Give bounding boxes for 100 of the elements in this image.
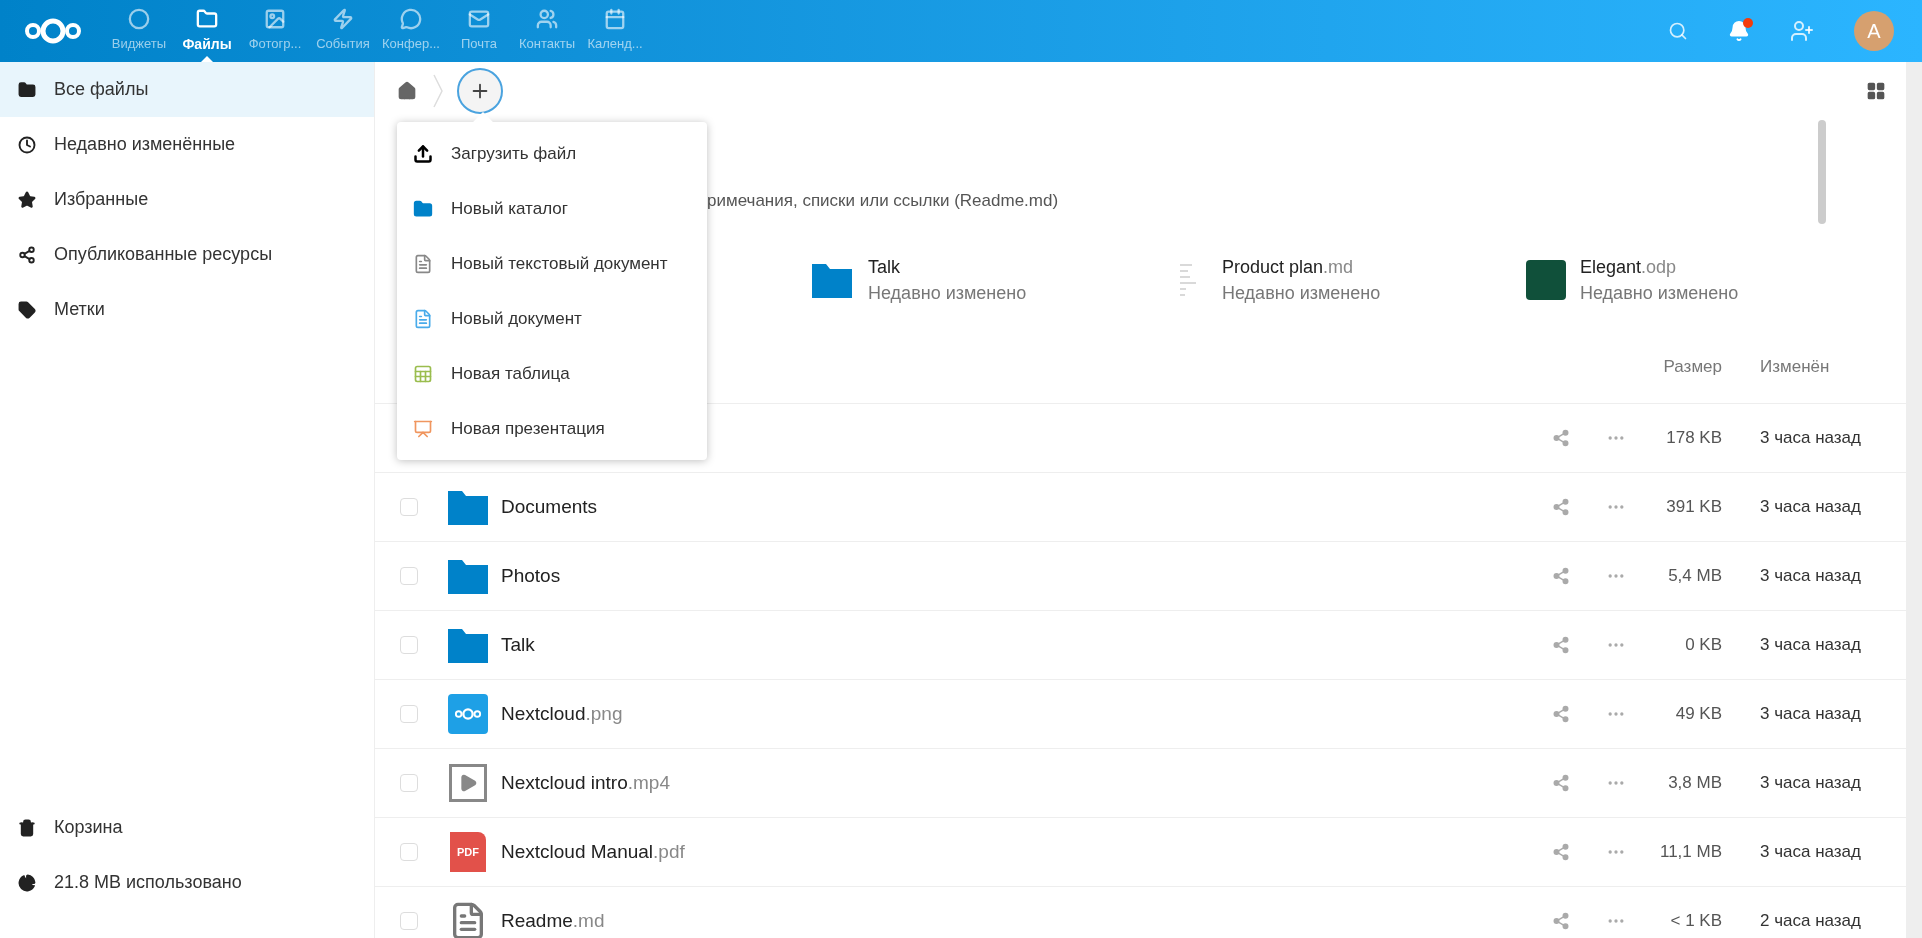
file-modified: 3 часа назад <box>1759 703 1862 726</box>
sidebar-item[interactable]: Опубликованные ресурсы <box>0 227 374 282</box>
file-row[interactable]: Talk 0 KB 3 часа назад <box>375 611 1906 680</box>
bell-icon[interactable] <box>1728 20 1750 42</box>
row-checkbox[interactable] <box>400 636 418 654</box>
sidebar-item[interactable]: Метки <box>0 282 374 337</box>
document-thumbnail <box>1180 264 1196 296</box>
file-name[interactable]: Nextcloud.png <box>501 699 623 729</box>
sidebar-item[interactable]: Избранные <box>0 172 374 227</box>
envelope-icon <box>468 8 490 30</box>
cloud-logo-icon[interactable] <box>22 16 83 46</box>
slides-thumbnail <box>1526 260 1566 300</box>
grid-view-icon[interactable] <box>1866 81 1886 101</box>
column-header[interactable]: Размер <box>1626 353 1736 380</box>
pdf-icon: PDF <box>450 832 486 872</box>
file-modified: 3 часа назад <box>1759 496 1862 519</box>
menu-item[interactable]: Новая презентация <box>397 401 707 456</box>
file-name[interactable]: Product plan.md <box>1222 254 1381 280</box>
file-size: 0 KB <box>1684 634 1723 657</box>
file-size: 49 KB <box>1674 703 1723 726</box>
spreadsheet-icon <box>413 363 433 384</box>
file-name[interactable]: Talk <box>501 630 535 660</box>
chat-bubble-icon <box>400 8 422 30</box>
folder-icon <box>413 198 433 219</box>
file-modified: 2 часа назад <box>1759 910 1862 933</box>
menu-item[interactable]: Новая таблица <box>397 346 707 401</box>
sidebar-item[interactable]: Все файлы <box>0 62 374 117</box>
share-icon[interactable] <box>1552 912 1570 930</box>
person-icon[interactable] <box>1790 19 1814 43</box>
star-icon <box>18 190 36 209</box>
file-row[interactable]: Photos 5,4 MB 3 часа назад <box>375 542 1906 611</box>
image-icon <box>264 8 286 30</box>
column-header[interactable]: Изменён <box>1736 353 1874 380</box>
sidebar-item[interactable]: 21.8 MB использовано <box>0 855 374 910</box>
file-row[interactable]: Nextcloud intro.mp4 3,8 MB 3 часа назад <box>375 749 1906 818</box>
file-modified: 3 часа назад <box>1759 565 1862 588</box>
file-name[interactable]: Nextcloud Manual.pdf <box>501 837 685 867</box>
scrollbar-thumb[interactable] <box>1818 120 1826 224</box>
row-checkbox[interactable] <box>400 774 418 792</box>
row-checkbox[interactable] <box>400 498 418 516</box>
clock-icon <box>18 135 36 154</box>
tag-icon <box>18 300 36 319</box>
pie-chart-icon <box>18 873 36 892</box>
share-icon[interactable] <box>1552 567 1570 585</box>
file-name[interactable]: Nextcloud intro.mp4 <box>501 768 670 798</box>
file-name[interactable]: Readme.md <box>501 906 605 936</box>
share-icon[interactable] <box>1552 843 1570 861</box>
file-name[interactable]: Talk <box>868 254 1027 280</box>
sidebar-item[interactable]: Корзина <box>0 800 374 855</box>
file-subtitle: Недавно изменено <box>868 282 1027 305</box>
file-row[interactable]: PDF Nextcloud Manual.pdf 11,1 MB 3 часа назад <box>375 818 1906 887</box>
image-thumbnail <box>448 694 488 734</box>
upload-icon <box>413 143 433 164</box>
folder-icon <box>18 80 36 99</box>
file-modified: 3 часа назад <box>1759 841 1862 864</box>
file-subtitle: Недавно изменено <box>1222 282 1381 305</box>
new-button[interactable] <box>457 68 503 114</box>
file-size: 178 KB <box>1665 427 1723 450</box>
share-icon[interactable] <box>1552 636 1570 654</box>
file-size: < 1 KB <box>1669 910 1723 933</box>
lightning-icon <box>332 8 354 30</box>
menu-item[interactable]: Новый каталог <box>397 181 707 236</box>
share-icon[interactable] <box>1552 705 1570 723</box>
file-size: 391 KB <box>1665 496 1723 519</box>
file-name[interactable]: Documents <box>501 492 598 522</box>
share-icon <box>18 245 36 264</box>
home-icon[interactable] <box>397 81 417 101</box>
file-modified: 3 часа назад <box>1759 634 1862 657</box>
share-icon[interactable] <box>1552 429 1570 447</box>
row-checkbox[interactable] <box>400 567 418 585</box>
file-row[interactable]: Documents 391 KB 3 часа назад <box>375 473 1906 542</box>
menu-item[interactable]: Новый документ <box>397 291 707 346</box>
chevron-icon <box>433 74 443 108</box>
folder-icon <box>196 8 218 30</box>
row-checkbox[interactable] <box>400 843 418 861</box>
row-checkbox[interactable] <box>400 912 418 930</box>
file-subtitle: Недавно изменено <box>1580 282 1739 305</box>
file-size: 5,4 MB <box>1667 565 1723 588</box>
file-modified: 3 часа назад <box>1759 427 1862 450</box>
menu-item[interactable]: Новый текстовый документ <box>397 236 707 291</box>
document-icon <box>413 253 433 274</box>
circle-icon <box>128 8 150 30</box>
sidebar-item[interactable]: Недавно изменённые <box>0 117 374 172</box>
search-icon[interactable] <box>1668 21 1688 41</box>
file-row[interactable]: Nextcloud.png 49 KB 3 часа назад <box>375 680 1906 749</box>
file-size: 3,8 MB <box>1667 772 1723 795</box>
share-icon[interactable] <box>1552 774 1570 792</box>
page-scrollbar[interactable] <box>1906 62 1922 938</box>
menu-item[interactable]: Загрузить файл <box>397 126 707 181</box>
readme-text: римечания, списки или ссылки (Readme.md) <box>707 190 1059 212</box>
row-checkbox[interactable] <box>400 705 418 723</box>
video-icon <box>449 764 487 802</box>
file-name[interactable]: Photos <box>501 561 561 591</box>
calendar-icon <box>604 8 626 30</box>
file-name[interactable]: Elegant.odp <box>1580 254 1739 280</box>
file-modified: 3 часа назад <box>1759 772 1862 795</box>
document-icon <box>413 308 433 329</box>
file-row[interactable]: Readme.md < 1 KB 2 часа назад <box>375 887 1906 938</box>
presentation-icon <box>413 418 433 439</box>
share-icon[interactable] <box>1552 498 1570 516</box>
